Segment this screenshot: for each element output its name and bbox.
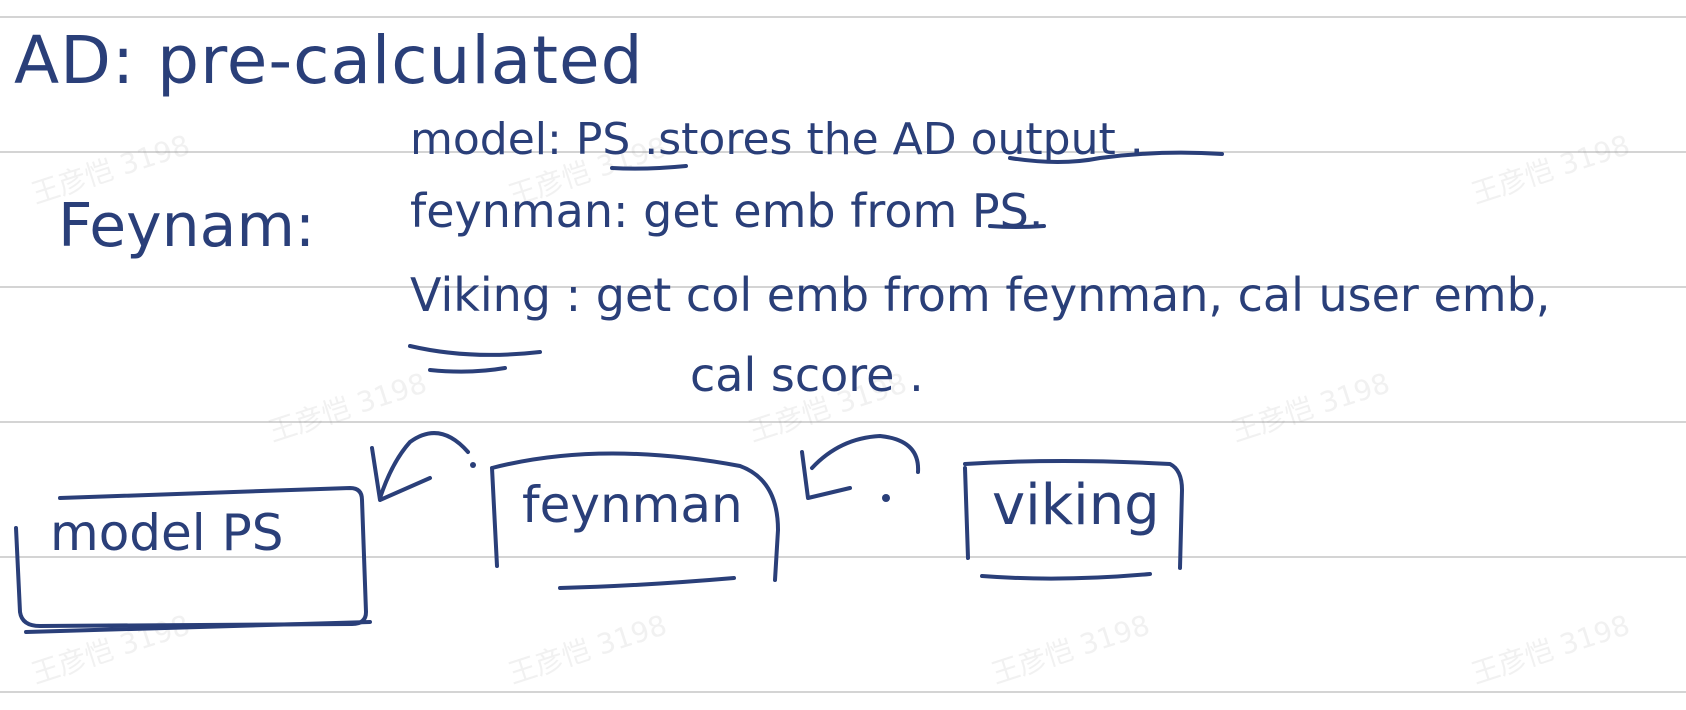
note-line-model-ps: model: PS .stores the AD output . (410, 114, 1144, 165)
arrow-viking-to-feynman-head (800, 450, 852, 500)
note-line-feynman: feynman: get emb from PS. (410, 184, 1044, 238)
watermark: 王彦恺 3198 (504, 608, 671, 691)
ruled-line (0, 691, 1686, 693)
box-feynman-bottom (558, 576, 736, 590)
watermark: 王彦恺 3198 (1467, 128, 1634, 211)
note-page: 王彦恺 3198 王彦恺 3198 王彦恺 3198 王彦恺 3198 王彦恺 … (0, 0, 1686, 710)
box-model-ps-bottom (24, 620, 372, 634)
box-label-model-ps: model PS (50, 504, 284, 562)
arrow-viking-to-feynman (810, 434, 921, 474)
note-line-ad-precalculated: AD: pre-calculated (14, 22, 644, 99)
ruled-line (0, 16, 1686, 18)
box-viking-bottom (980, 572, 1152, 581)
underline-viking (408, 344, 542, 357)
watermark: 王彦恺 3198 (987, 608, 1154, 691)
arrow-feynman-to-ps-head (370, 446, 432, 502)
box-label-viking: viking (992, 473, 1160, 538)
watermark: 王彦恺 3198 (264, 366, 431, 449)
watermark: 王彦恺 3198 (1227, 366, 1394, 449)
arrow-feynman-to-ps (378, 431, 470, 500)
dash-mark (882, 494, 890, 502)
note-line-cal-score: cal score . (690, 348, 924, 402)
note-heading-feynam: Feynam: (58, 191, 316, 261)
dot-mark (470, 462, 476, 468)
note-line-viking: Viking : get col emb from feynman, cal u… (410, 268, 1551, 322)
underline-viking-2 (428, 366, 507, 374)
box-label-feynman: feynman (522, 476, 743, 534)
watermark: 王彦恺 3198 (27, 608, 194, 691)
watermark: 王彦恺 3198 (1467, 608, 1634, 691)
